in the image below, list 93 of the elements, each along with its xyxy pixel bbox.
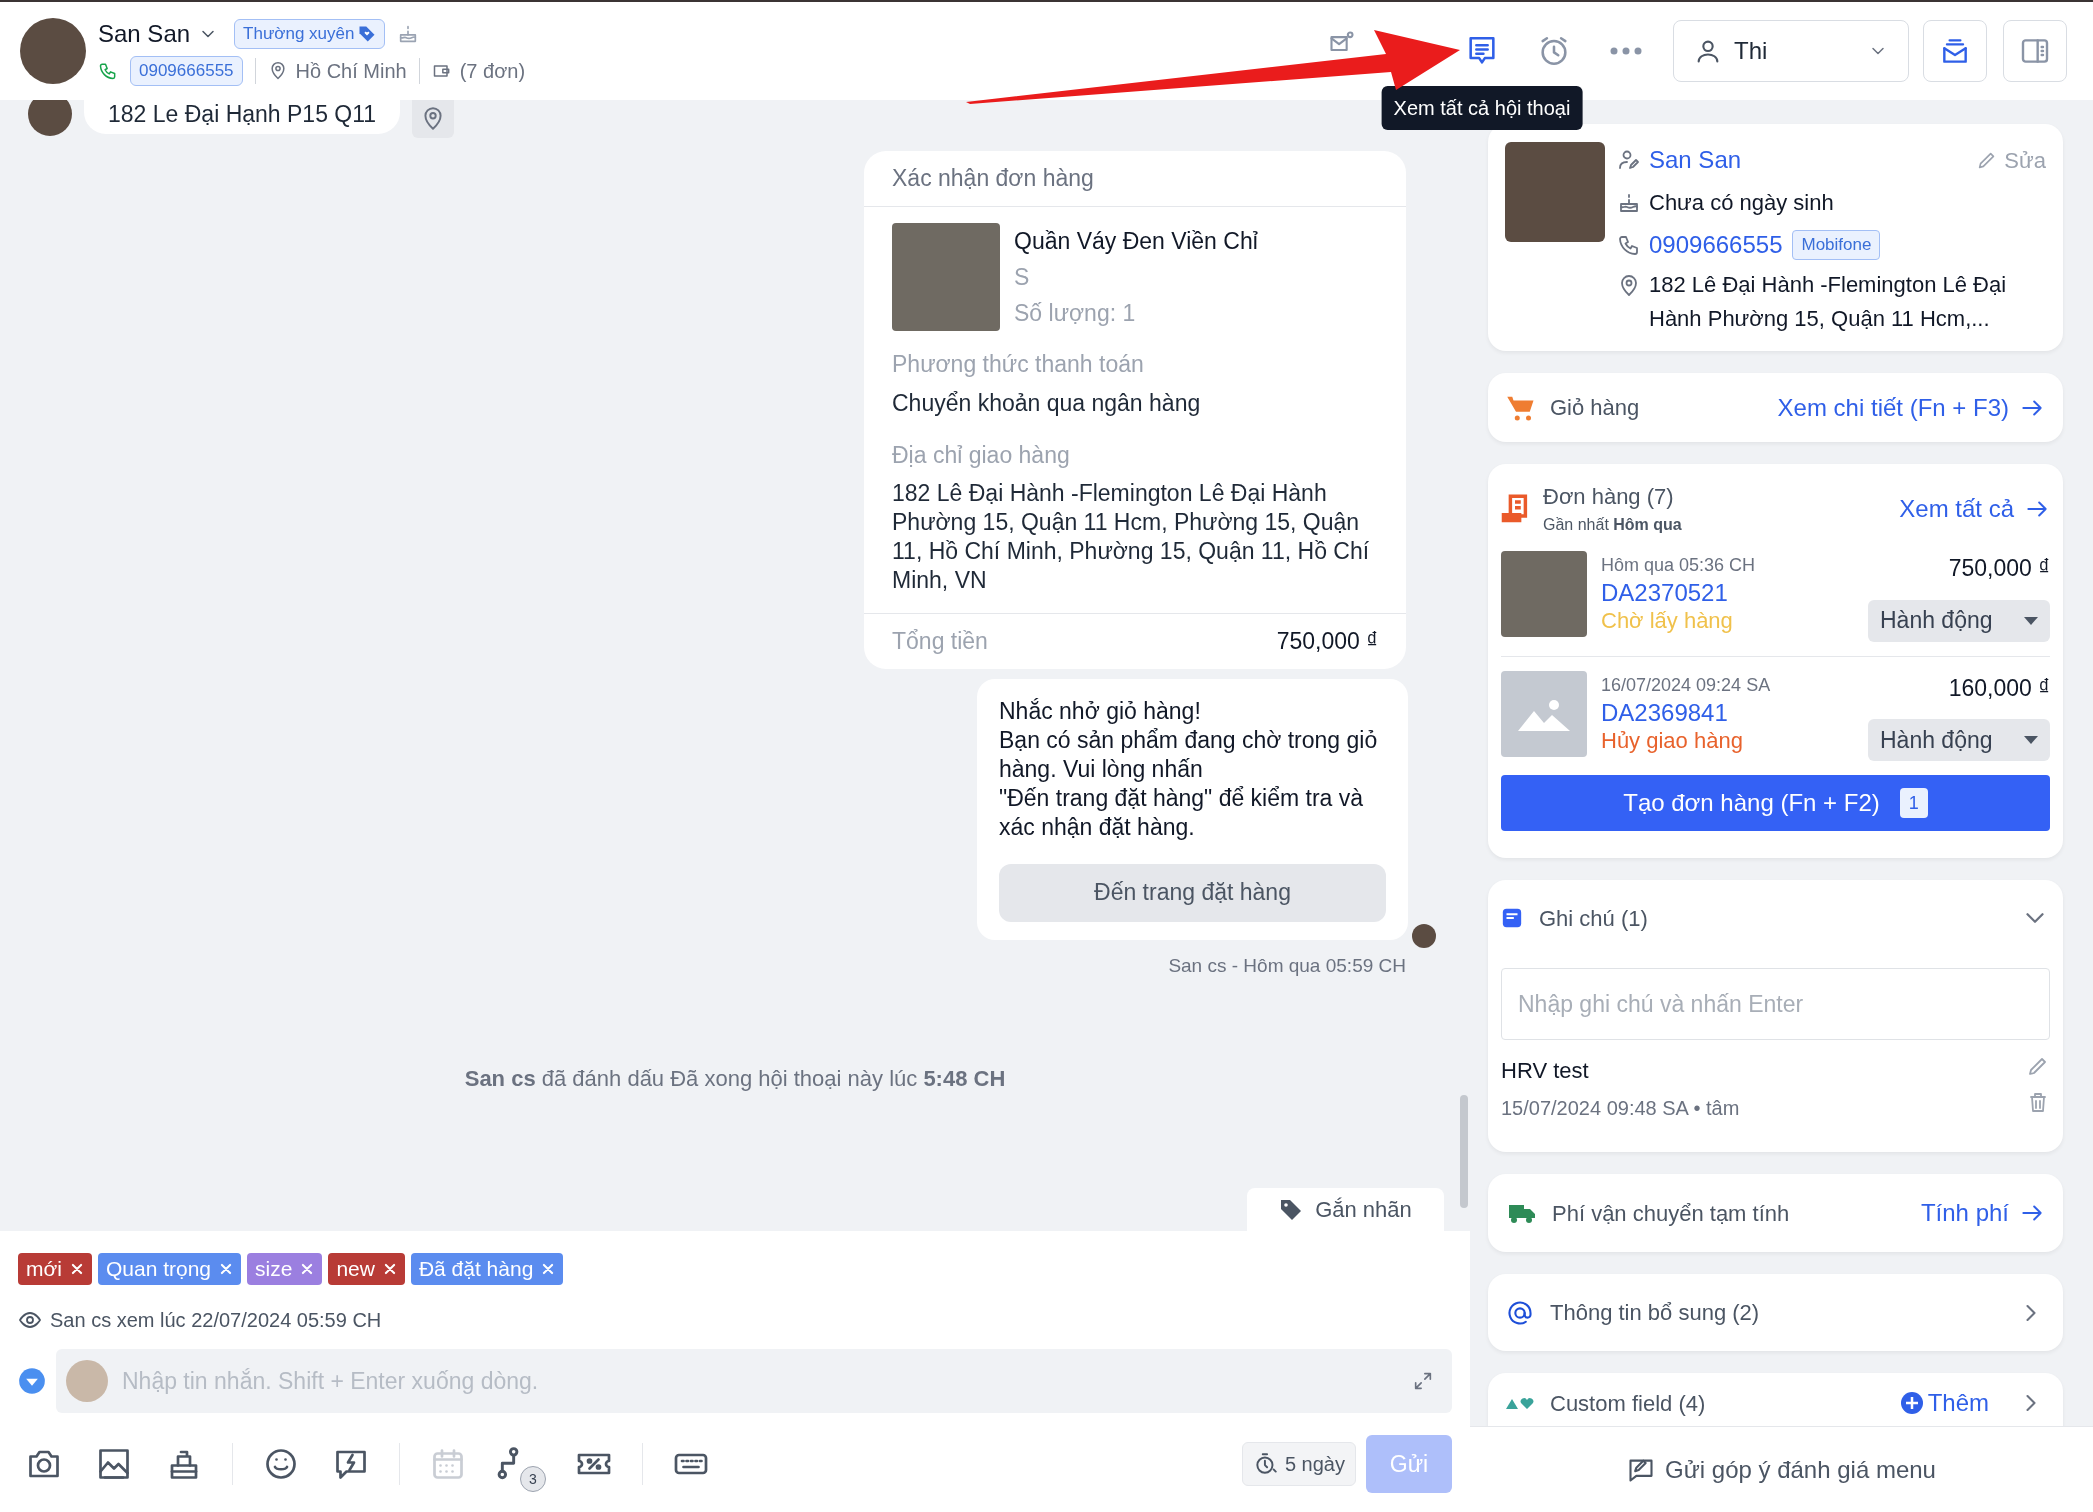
assignee-dropdown[interactable]: Thi [1673, 20, 1909, 82]
plus-icon [1899, 1391, 1924, 1415]
notes-title: Ghi chú (1) [1539, 904, 1648, 933]
custom-field-title: Custom field (4) [1550, 1389, 1706, 1418]
close-icon[interactable] [382, 1262, 397, 1276]
section-label: Phương thức thanh toán [892, 350, 1145, 379]
carrier-badge: Mobifone [1792, 230, 1881, 260]
label-tag[interactable]: size [247, 1253, 323, 1285]
phone-badge[interactable]: 0909666555 [130, 56, 243, 86]
customer-name[interactable]: San San [1649, 142, 1742, 178]
reminder-message: Nhắc nhở giỏ hàng! Bạn có sản phẩm đang chờ trong giỏ hàng. Vui lòng nhấn "Đến trang đặt hàng" để kiểm tra và xác nhận đặt hàng. [999, 696, 1379, 842]
message-field[interactable]: Nhập tin nhắn. Shift + Enter xuống dòng. [56, 1349, 1452, 1413]
panel-toggle-button[interactable] [2003, 20, 2067, 82]
label-tag[interactable]: Quan trọng [97, 1253, 241, 1285]
action-dropdown[interactable]: Hành động [1868, 719, 2050, 761]
product-variant: S [1014, 263, 1031, 292]
message-input[interactable]: Nhập tin nhắn. Shift + Enter xuống dòng. [122, 1363, 1398, 1399]
close-icon[interactable] [69, 1262, 84, 1276]
message-bubble: 182 Le Đại Hạnh P15 Q11 [84, 100, 401, 134]
note-input[interactable]: Nhập ghi chú và nhấn Enter [1501, 968, 2050, 1040]
label-tag[interactable]: mới [18, 1253, 92, 1285]
caret-down-icon [2024, 736, 2038, 744]
location-button[interactable] [412, 100, 455, 138]
add-label-button[interactable]: Gắn nhãn [1247, 1188, 1444, 1231]
customer-address: 182 Lê Đại Hành -Flemington Lê Đại Hành Phường 15, Quận 11 Hcm,... [1649, 271, 2008, 333]
cart-detail-link[interactable]: Xem chi tiết (Fn + F3) [1777, 389, 2045, 426]
go-to-order-button[interactable]: Đến trang đặt hàng [999, 863, 1386, 922]
flow-icon [497, 1447, 519, 1481]
shipping-title: Phí vận chuyển tạm tính [1552, 1199, 1790, 1228]
close-icon[interactable] [541, 1262, 556, 1276]
inbox-button[interactable] [1923, 20, 1987, 82]
total-value: 750,000 ₫ [1276, 626, 1378, 656]
seen-status: San cs xem lúc 22/07/2024 05:59 CH [50, 1308, 382, 1333]
total-label: Tổng tiền [892, 626, 988, 656]
label-tag[interactable]: Đã đặt hàng [410, 1253, 564, 1285]
close-icon[interactable] [300, 1262, 315, 1276]
more-icon [1610, 47, 1642, 55]
phone-number[interactable]: 0909666555 [1649, 227, 1783, 263]
system-message: San cs đã đánh dấu Đã xong hội thoại này lúc 5:48 CH [464, 1065, 1006, 1093]
order-price: 160,000 ₫ [1948, 673, 2050, 703]
product-name: Quần Váy Đen Viền Chỉ [1014, 227, 1258, 256]
tooltip: Xem tất cả hội thoại [1381, 86, 1583, 130]
add-field-button[interactable]: Thêm [1899, 1385, 1989, 1421]
order-status: Hủy giao hàng [1601, 726, 1744, 755]
sender-timestamp: San cs - Hôm qua 05:59 CH [1168, 953, 1406, 978]
caret-down-icon [2024, 616, 2038, 625]
order-price: 750,000 ₫ [1948, 554, 2050, 583]
order-time: Hôm qua 05:36 CH [1601, 554, 1756, 577]
create-order-button[interactable]: Tạo đơn hàng (Fn + F2) 1 [1501, 775, 2050, 831]
receipt-icon [1501, 493, 1529, 524]
person-edit-icon [1617, 148, 1641, 172]
order-count: (7 đơn) [459, 59, 526, 84]
segment-badge: Thường xuyên [234, 19, 386, 49]
smiley-icon [263, 1446, 299, 1482]
shipping-address: 182 Lê Đại Hành -Flemington Lê Đại Hành Phường 15, Quận 11 Hcm, Phường 15, Quận 11, Hồ Chí Minh, Phường 15, Quận 11, Hồ Chí Minh, VN [892, 478, 1371, 595]
payment-method: Chuyển khoản qua ngân hàng [892, 388, 1202, 418]
section-label: Địa chỉ giao hàng [892, 441, 1071, 470]
at-sign-icon [1506, 1298, 1534, 1327]
city-text: Hồ Chí Minh [295, 59, 407, 84]
feedback-button[interactable]: Gửi góp ý đánh giá menu [1470, 1426, 2093, 1512]
customer-name: San San [98, 19, 191, 49]
calculate-fee-link[interactable]: Tính phí [1920, 1195, 2045, 1231]
phone-icon [98, 61, 118, 81]
order-time: 16/07/2024 09:24 SA [1601, 673, 1771, 697]
cart-title: Giỏ hàng [1550, 394, 1640, 422]
image-icon [96, 1446, 132, 1482]
orders-latest: Gần nhất Hôm qua [1543, 515, 1682, 535]
birthday-text: Chưa có ngày sinh [1649, 189, 1834, 217]
orders-title: Đơn hàng (7) [1543, 483, 1675, 511]
action-dropdown[interactable]: Hành động [1868, 599, 2050, 642]
label-tag[interactable]: new [328, 1253, 405, 1285]
product-quantity: Số lượng: 1 [1014, 299, 1137, 328]
view-all-orders-link[interactable]: Xem tất cả [1899, 490, 2050, 527]
note-text: HRV test [1501, 1057, 1590, 1085]
note-meta: 15/07/2024 09:48 SA • tâm [1501, 1096, 1740, 1121]
expand-icon [1412, 1370, 1434, 1392]
note-icon [1501, 907, 1523, 929]
order-code[interactable]: DA2369841 [1601, 698, 1771, 727]
phone-icon [1617, 233, 1641, 257]
count-badge: 1 [1899, 788, 1928, 818]
sla-badge[interactable]: 5 ngày [1241, 1442, 1356, 1486]
avatar [66, 1360, 108, 1402]
order-status: Chờ lấy hàng [1601, 607, 1734, 635]
tag-icon [358, 25, 377, 43]
tag-icon [1279, 1197, 1304, 1222]
avatar [1412, 923, 1436, 948]
order-code[interactable]: DA2370521 [1601, 579, 1756, 607]
count-badge: 3 [520, 1466, 546, 1492]
calendar-icon [430, 1446, 466, 1482]
close-icon[interactable] [219, 1262, 233, 1276]
extra-info-row[interactable]: Thông tin bổ sung (2) [1506, 1274, 2045, 1351]
card-title: Xác nhận đơn hàng [864, 151, 1406, 207]
caret-down-icon[interactable] [18, 1367, 46, 1395]
